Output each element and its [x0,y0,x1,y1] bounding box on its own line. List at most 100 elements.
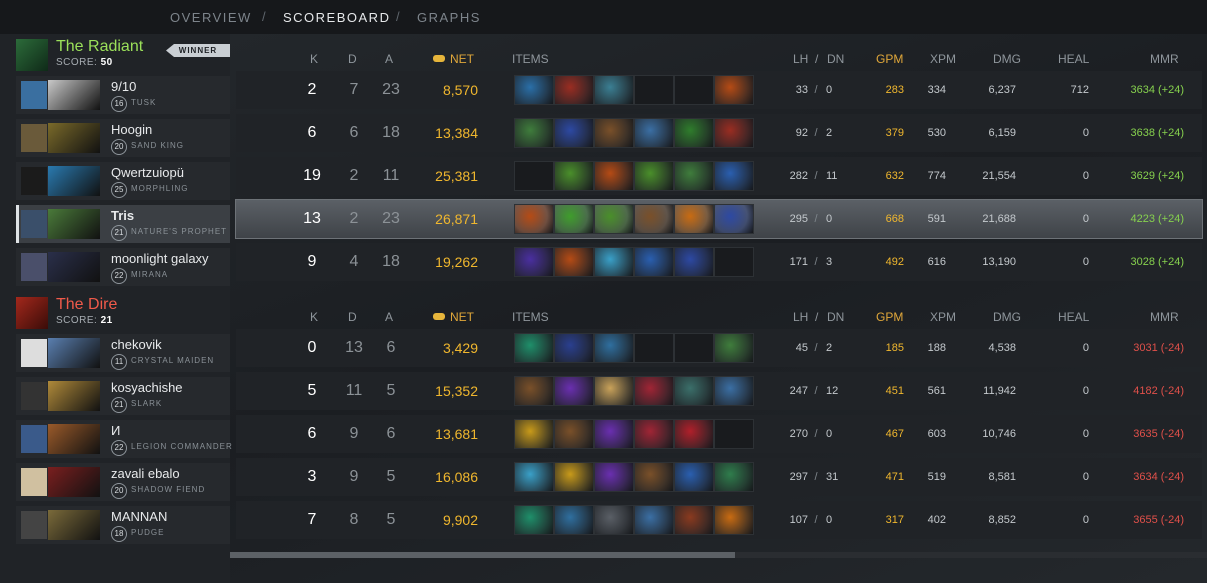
scoreboard-row[interactable]: 19 2 11 25,381 282 / 11 632 774 21,554 0 3629 (+24) [236,157,1202,195]
column-header-mmr: MMR [1150,52,1179,66]
item-slot[interactable] [514,118,554,148]
item-slot[interactable] [714,247,754,277]
tab-overview[interactable]: OVERVIEW [170,10,252,25]
item-slot[interactable] [594,161,634,191]
item-slot[interactable] [594,75,634,105]
player-card[interactable]: И 22 LEGION COMMANDER [16,420,232,458]
deaths-value: 4 [349,253,359,270]
scoreboard-row[interactable]: 0 13 6 3,429 45 / 2 185 188 4,538 0 3031 (-24) [236,329,1202,367]
item-slot[interactable] [714,204,754,234]
item-slot[interactable] [554,333,594,363]
damage-value: 11,942 [983,385,1016,397]
item-slot[interactable] [674,204,714,234]
scoreboard-row[interactable]: 2 7 23 8,570 33 / 0 283 334 6,237 712 3634 (+24) [236,71,1202,109]
item-slot[interactable] [594,505,634,535]
item-slot[interactable] [554,247,594,277]
item-slot[interactable] [554,118,594,148]
item-slot[interactable] [634,333,674,363]
item-slot[interactable] [514,333,554,363]
item-slot[interactable] [514,376,554,406]
player-name: chekovik [111,337,162,352]
player-card[interactable]: Tris 21 NATURE'S PROPHET [16,205,230,243]
item-slot[interactable] [594,118,634,148]
item-slot[interactable] [514,75,554,105]
player-card[interactable]: chekovik 11 CRYSTAL MAIDEN [16,334,230,372]
item-slot[interactable] [594,333,634,363]
item-slot[interactable] [634,204,674,234]
scoreboard-row[interactable]: 3 9 5 16,086 297 / 31 471 519 8,581 0 3634 (-24) [236,458,1202,496]
lh-dn-separator: / [814,471,818,483]
player-card[interactable]: Hoogin 20 SAND KING [16,119,230,157]
item-slot[interactable] [714,333,754,363]
item-slot[interactable] [554,462,594,492]
item-slot[interactable] [554,161,594,191]
item-slot[interactable] [714,505,754,535]
item-slot[interactable] [634,419,674,449]
scoreboard-row[interactable]: 6 6 18 13,384 92 / 2 379 530 6,159 0 3638 (+24) [236,114,1202,152]
scoreboard-row[interactable]: 6 9 6 13,681 270 / 0 467 603 10,746 0 3635 (-24) [236,415,1202,453]
item-slot[interactable] [714,75,754,105]
horizontal-scrollbar-thumb[interactable] [230,552,735,558]
deaths-value: 9 [349,468,359,485]
player-avatar [21,382,47,410]
item-slot[interactable] [714,376,754,406]
player-avatar [21,167,47,195]
item-slot[interactable] [594,204,634,234]
item-slot[interactable] [714,118,754,148]
tab-scoreboard[interactable]: SCOREBOARD [283,10,390,25]
item-slot[interactable] [554,75,594,105]
item-slot[interactable] [634,505,674,535]
item-slot[interactable] [634,376,674,406]
player-card[interactable]: kosyachishe 21 SLARK [16,377,230,415]
item-slot[interactable] [514,462,554,492]
item-slot[interactable] [554,419,594,449]
item-slot[interactable] [514,247,554,277]
item-slot[interactable] [674,376,714,406]
item-slot[interactable] [674,505,714,535]
scoreboard-row[interactable]: 5 11 5 15,352 247 / 12 451 561 11,942 0 4182 (-24) [236,372,1202,410]
item-slot[interactable] [514,505,554,535]
player-card[interactable]: 9/10 16 TUSK [16,76,230,114]
player-avatar [21,339,47,367]
tab-graphs[interactable]: GRAPHS [417,10,481,25]
scoreboard-row[interactable]: 13 2 23 26,871 295 / 0 668 591 21,688 0 4223 (+24) [235,199,1203,239]
item-slot[interactable] [674,161,714,191]
item-slot[interactable] [674,333,714,363]
damage-value: 8,852 [988,514,1016,526]
player-card[interactable]: Qwertzuiopü 25 MORPHLING [16,162,230,200]
item-slot[interactable] [594,419,634,449]
item-slot[interactable] [554,376,594,406]
item-slot[interactable] [674,462,714,492]
item-slot[interactable] [634,247,674,277]
item-slot[interactable] [514,419,554,449]
item-slot[interactable] [674,419,714,449]
scoreboard-row[interactable]: 7 8 5 9,902 107 / 0 317 402 8,852 0 3655 (-24) [236,501,1202,539]
column-header-net-label: NET [450,52,474,66]
item-slot[interactable] [594,247,634,277]
item-slot[interactable] [674,247,714,277]
mmr-value: 3638 (+24) [1130,127,1184,139]
heal-value: 0 [1082,471,1089,483]
item-slot[interactable] [714,462,754,492]
item-slot[interactable] [594,462,634,492]
player-card[interactable]: zavali ebalo 20 SHADOW FIEND [16,463,230,501]
item-slot[interactable] [714,419,754,449]
item-slot[interactable] [634,161,674,191]
item-slot[interactable] [634,75,674,105]
item-slot[interactable] [554,204,594,234]
item-slot[interactable] [514,161,554,191]
item-slot[interactable] [554,505,594,535]
player-card[interactable]: MANNAN 18 PUDGE [16,506,230,544]
last-hits-value: 295 [789,213,808,225]
item-slot[interactable] [634,118,674,148]
column-header-dmg: DMG [993,52,1021,66]
player-card[interactable]: moonlight galaxy 22 MIRANA [16,248,230,286]
item-slot[interactable] [514,204,554,234]
scoreboard-row[interactable]: 9 4 18 19,262 171 / 3 492 616 13,190 0 3028 (+24) [236,243,1202,281]
item-slot[interactable] [674,75,714,105]
item-slot[interactable] [594,376,634,406]
item-slot[interactable] [674,118,714,148]
item-slot[interactable] [714,161,754,191]
column-header-gpm: GPM [876,52,904,66]
item-slot[interactable] [634,462,674,492]
